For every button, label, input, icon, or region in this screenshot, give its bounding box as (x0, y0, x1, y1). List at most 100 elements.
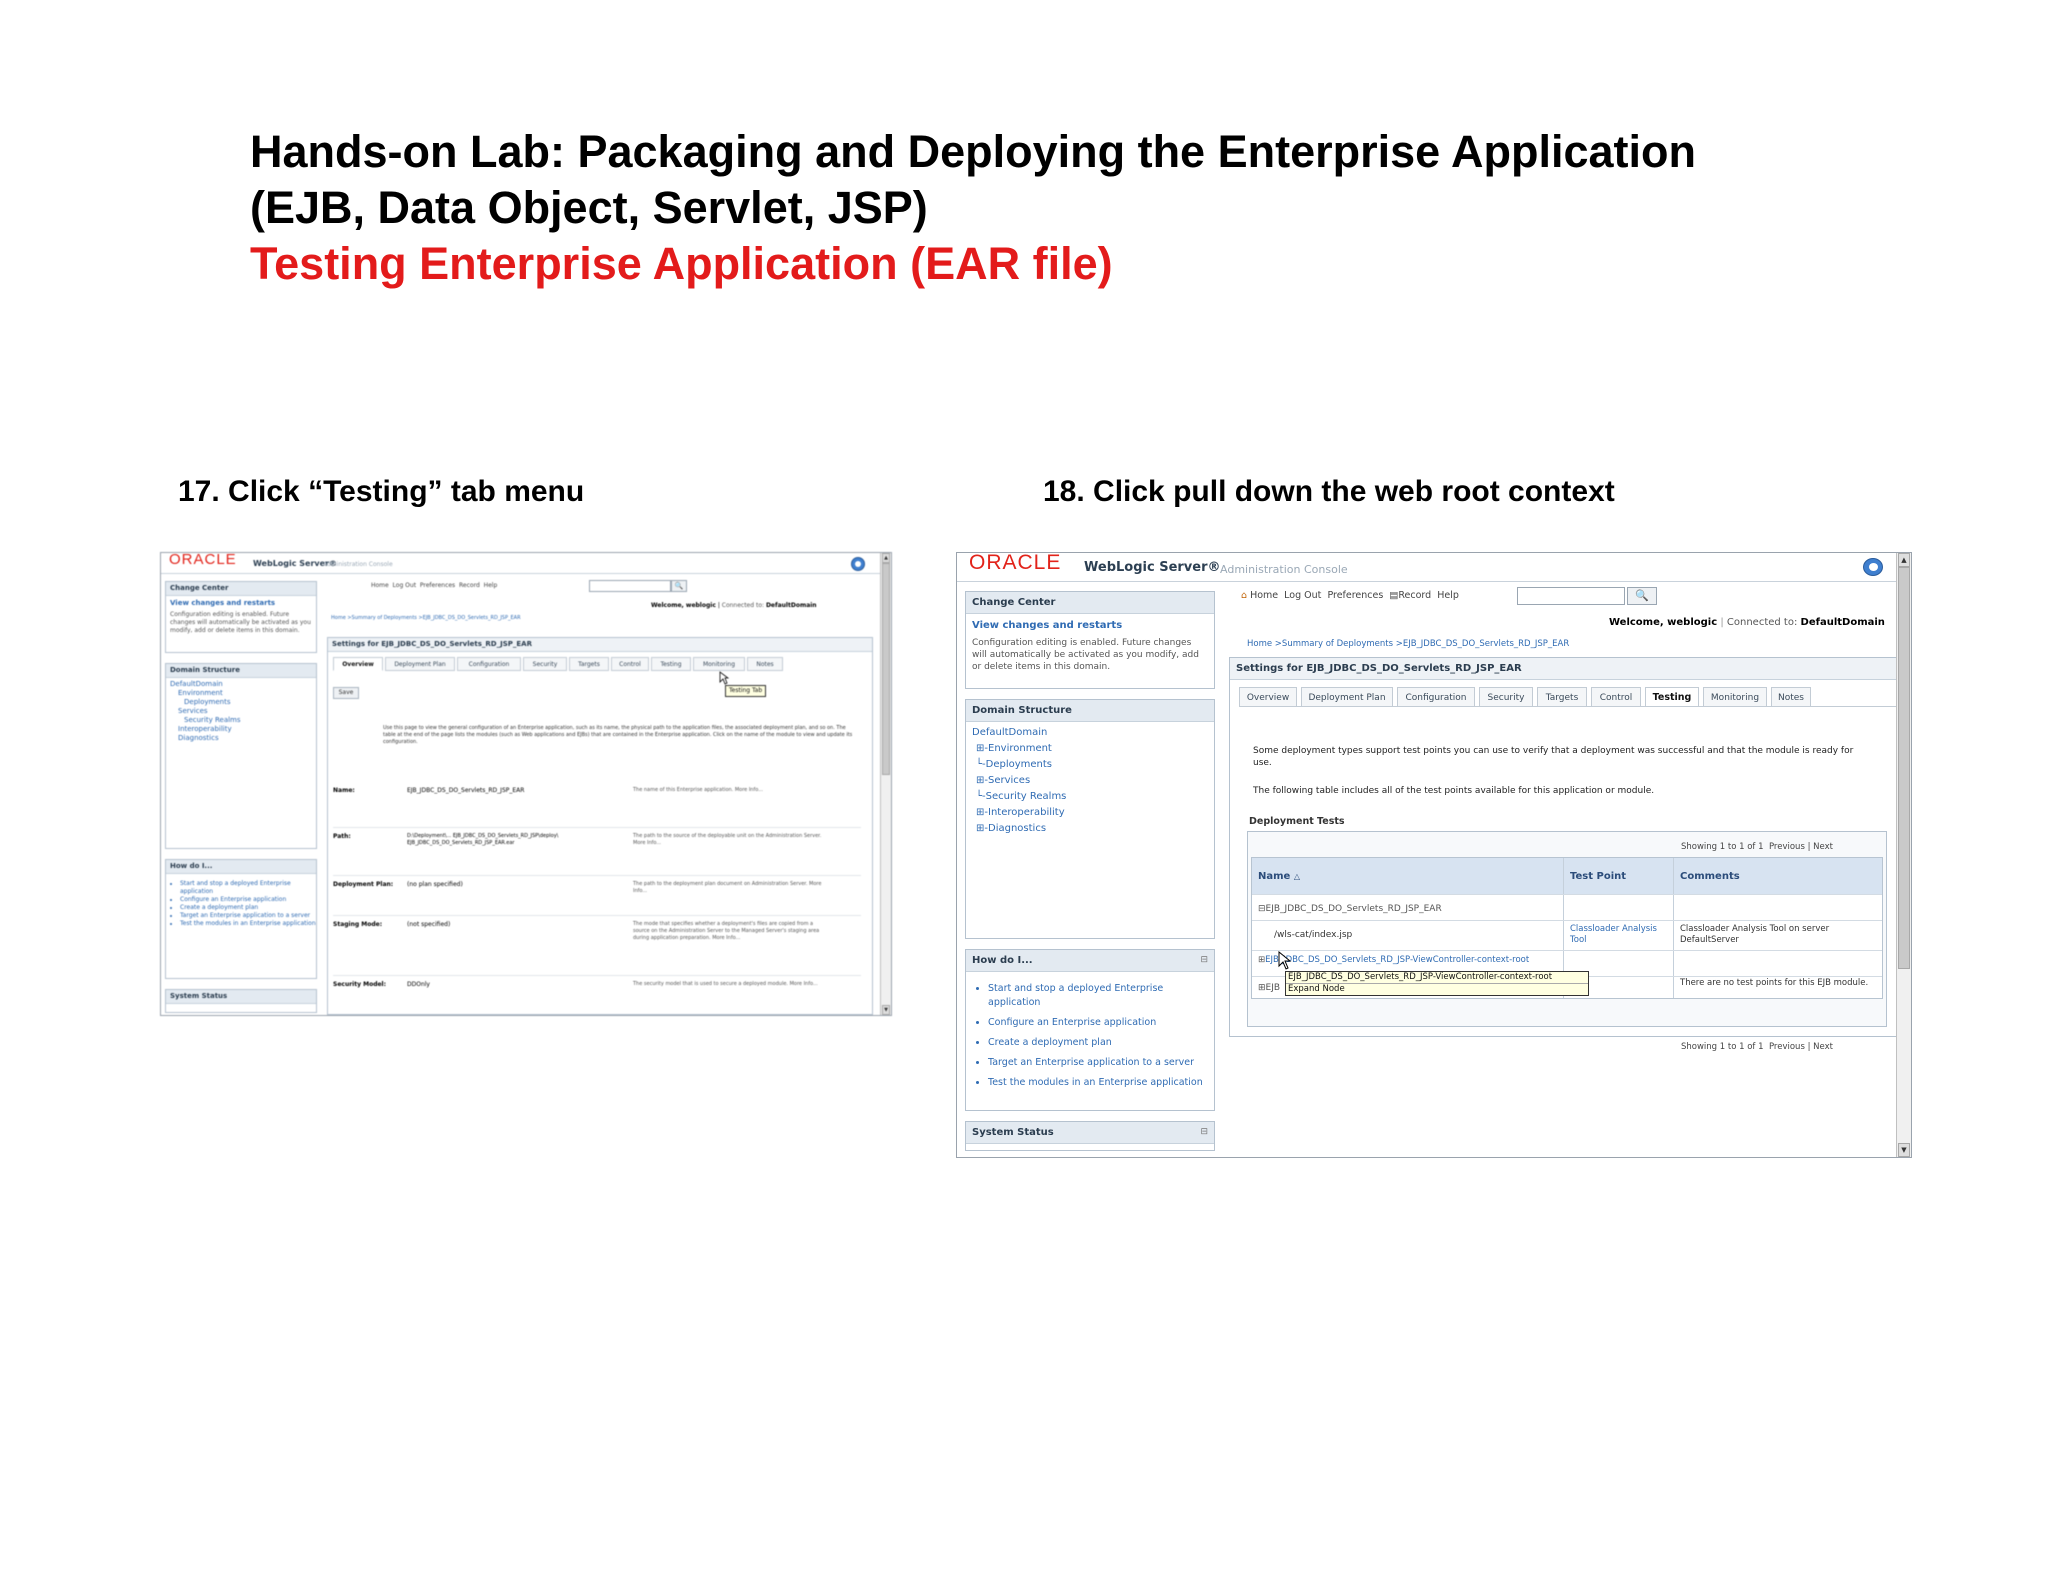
change-center-heading: Change Center (966, 592, 1214, 614)
oracle-logo: ORACLE (169, 552, 237, 568)
tab-configuration[interactable]: Configuration (457, 657, 521, 671)
test-point-link[interactable]: Classloader Analysis Tool (1570, 924, 1670, 946)
search-icon[interactable]: 🔍 (1627, 587, 1657, 605)
tab-monitoring[interactable]: Monitoring (1703, 687, 1767, 707)
tab-notes[interactable]: Notes (747, 657, 783, 671)
howto-configure[interactable]: Configure an Enterprise application (988, 1016, 1214, 1030)
overview-fields: Name: EJB_JDBC_DS_DO_Servlets_RD_JSP_EAR… (333, 783, 861, 1011)
tree-item-interoperability[interactable]: Interoperability (178, 725, 232, 734)
tab-security[interactable]: Security (1479, 687, 1533, 707)
tab-targets[interactable]: Targets (569, 657, 609, 671)
settings-title: Settings for EJB_JDBC_DS_DO_Servlets_RD_… (1230, 658, 1900, 680)
howto-start-stop[interactable]: Start and stop a deployed Enterprise app… (988, 982, 1214, 1010)
how-do-i-panel: How do I... Start and stop a deployed En… (165, 859, 317, 979)
record-link[interactable]: Record (459, 582, 480, 589)
tree-item-interoperability[interactable]: ⊞-Interoperability (976, 806, 1065, 819)
tree-item-diagnostics[interactable]: Diagnostics (178, 734, 219, 743)
cursor-icon (1278, 951, 1292, 970)
logout-link[interactable]: Log Out (393, 582, 417, 589)
tree-item-services[interactable]: ⊞-Services (976, 774, 1030, 787)
save-button[interactable]: Save (333, 687, 359, 699)
tree-item-security-realms[interactable]: └-Security Realms (976, 790, 1066, 803)
tree-root-defaultdomain[interactable]: DefaultDomain (170, 680, 223, 689)
view-changes-link[interactable]: View changes and restarts (166, 596, 316, 611)
breadcrumb[interactable]: Home >Summary of Deployments >EJB_JDBC_D… (1247, 638, 1569, 651)
column-header-comments[interactable]: Comments (1680, 870, 1740, 883)
field-label: Staging Mode: (333, 921, 383, 928)
scroll-thumb[interactable] (1898, 567, 1910, 969)
table-row[interactable]: ⊞EJB_JDBC_DS_DO_Servlets_RD_JSP-ViewCont… (1258, 955, 1558, 966)
home-link[interactable]: Home (371, 582, 389, 589)
howto-create-plan[interactable]: Create a deployment plan (180, 904, 316, 912)
howto-target[interactable]: Target an Enterprise application to a se… (988, 1056, 1214, 1070)
tree-label: Deployments (985, 759, 1053, 770)
logout-link[interactable]: Log Out (1284, 590, 1321, 601)
tree-item-deployments[interactable]: └-Deployments (976, 758, 1052, 771)
record-link[interactable]: Record (1398, 590, 1431, 601)
tree-root-defaultdomain[interactable]: DefaultDomain (972, 726, 1047, 739)
collapse-icon[interactable]: ⊟ (1200, 954, 1208, 967)
tab-deployment-plan[interactable]: Deployment Plan (1301, 687, 1393, 707)
next-link[interactable]: Next (1813, 1042, 1833, 1052)
table-row[interactable]: ⊟EJB_JDBC_DS_DO_Servlets_RD_JSP_EAR (1258, 903, 1442, 916)
tab-testing[interactable]: Testing (651, 657, 691, 671)
view-changes-link[interactable]: View changes and restarts (966, 614, 1214, 637)
previous-link[interactable]: Previous (1769, 1042, 1805, 1052)
home-icon: ⌂ (1241, 590, 1248, 601)
column-header-name[interactable]: Name △ (1258, 870, 1300, 883)
tree-item-deployments[interactable]: Deployments (184, 698, 230, 707)
tree-item-security-realms[interactable]: Security Realms (184, 716, 241, 725)
previous-link[interactable]: Previous (1769, 842, 1805, 852)
preferences-link[interactable]: Preferences (1327, 590, 1383, 601)
tab-targets[interactable]: Targets (1537, 687, 1587, 707)
search-input[interactable] (1517, 587, 1625, 605)
scroll-up-arrow[interactable]: ▲ (1898, 553, 1910, 567)
howto-test-modules[interactable]: Test the modules in an Enterprise applic… (988, 1076, 1214, 1090)
tree-item-environment[interactable]: Environment (178, 689, 223, 698)
welcome-bar: Welcome, weblogic | Connected to: Defaul… (1609, 617, 1885, 628)
expand-node-icon[interactable]: ⊞ (1258, 983, 1266, 993)
table-row[interactable]: /wls-cat/index.jsp (1274, 929, 1352, 942)
vertical-scrollbar[interactable]: ▲ ▼ (880, 553, 891, 1015)
scroll-up-arrow[interactable]: ▲ (882, 553, 890, 563)
howto-create-plan[interactable]: Create a deployment plan (988, 1036, 1214, 1050)
tree-label: Security Realms (985, 791, 1067, 802)
scroll-down-arrow[interactable]: ▼ (1898, 1143, 1910, 1157)
search-input[interactable] (589, 580, 671, 592)
field-label: Security Model: (333, 981, 387, 988)
testing-intro-2: The following table includes all of the … (1253, 786, 1655, 796)
next-link[interactable]: Next (1813, 842, 1833, 852)
howto-start-stop[interactable]: Start and stop a deployed Enterprise app… (180, 880, 316, 896)
scroll-down-arrow[interactable]: ▼ (882, 1005, 890, 1015)
tab-monitoring[interactable]: Monitoring (693, 657, 745, 671)
search-icon[interactable]: 🔍 (671, 580, 687, 592)
collapse-icon[interactable]: ⊟ (1200, 1126, 1208, 1139)
home-link[interactable]: Home (1250, 590, 1278, 601)
tab-overview[interactable]: Overview (1239, 687, 1297, 707)
column-header-test-point[interactable]: Test Point (1570, 870, 1626, 883)
howto-target[interactable]: Target an Enterprise application to a se… (180, 912, 316, 920)
howto-test-modules[interactable]: Test the modules in an Enterprise applic… (180, 920, 316, 928)
tab-configuration[interactable]: Configuration (1397, 687, 1475, 707)
preferences-link[interactable]: Preferences (420, 582, 455, 589)
tab-control[interactable]: Control (611, 657, 649, 671)
tab-deployment-plan[interactable]: Deployment Plan (385, 657, 455, 671)
howto-configure[interactable]: Configure an Enterprise application (180, 896, 316, 904)
tab-divider (1239, 706, 1899, 707)
tree-item-diagnostics[interactable]: ⊞-Diagnostics (976, 822, 1046, 835)
title-line-1: Hands-on Lab: Packaging and Deploying th… (250, 126, 1696, 177)
tab-control[interactable]: Control (1591, 687, 1641, 707)
collapse-node-icon[interactable]: ⊟ (1258, 904, 1266, 914)
tab-testing[interactable]: Testing (1645, 687, 1699, 707)
help-link[interactable]: Help (1437, 590, 1459, 601)
vertical-scrollbar[interactable]: ▲ ▼ (1896, 553, 1911, 1157)
scroll-thumb[interactable] (882, 563, 890, 775)
tree-item-services[interactable]: Services (178, 707, 208, 716)
breadcrumb[interactable]: Home >Summary of Deployments >EJB_JDBC_D… (331, 614, 521, 623)
tree-item-environment[interactable]: ⊞-Environment (976, 742, 1052, 755)
help-link[interactable]: Help (484, 582, 498, 589)
tab-security[interactable]: Security (523, 657, 567, 671)
tab-notes[interactable]: Notes (1771, 687, 1811, 707)
table-row[interactable]: ⊞EJB (1258, 982, 1280, 995)
tab-overview[interactable]: Overview (333, 657, 383, 671)
